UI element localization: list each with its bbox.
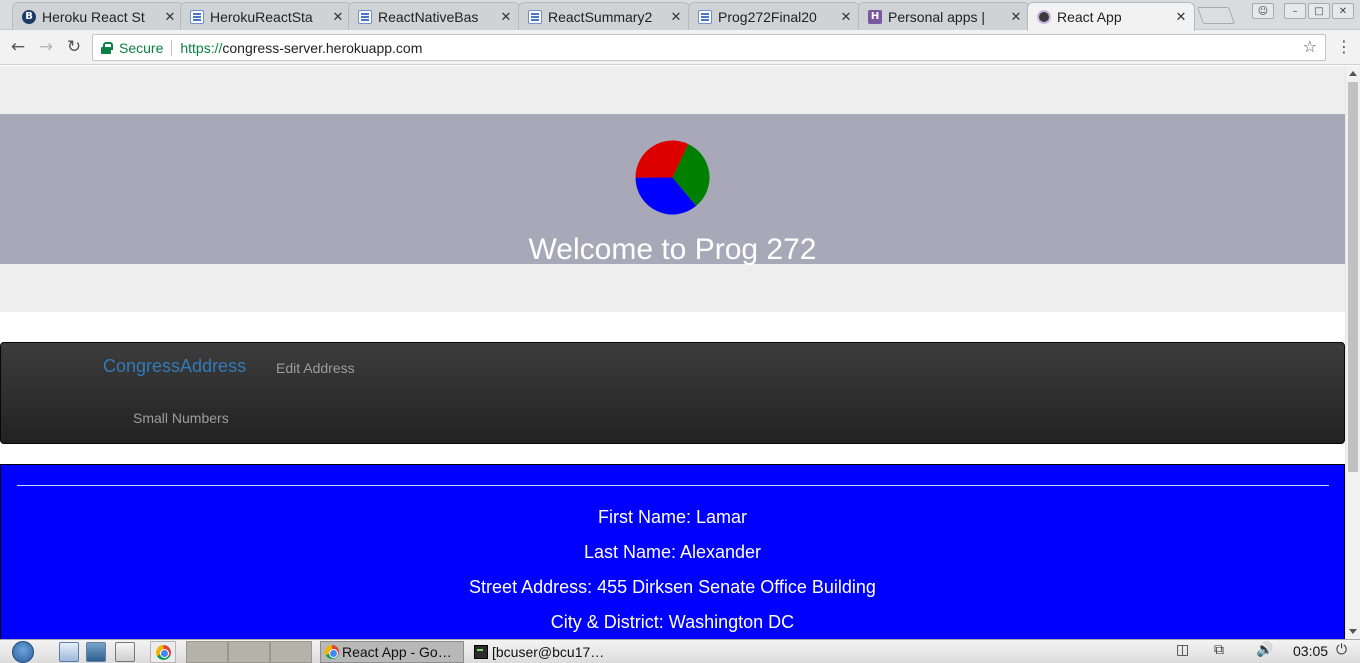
close-icon[interactable]: ✕	[163, 9, 177, 25]
tab-title: HerokuReactSta	[210, 8, 313, 25]
address-bar[interactable]: Secure https:// congress-server.herokuap…	[92, 34, 1326, 61]
heroku-b-icon: B	[22, 9, 36, 24]
chrome-launcher-icon[interactable]	[150, 641, 176, 663]
battery-icon[interactable]: ◫	[1176, 642, 1189, 658]
browser-tab-herokureactstarter[interactable]: HerokuReactSta ✕	[180, 2, 352, 30]
browser-tab-strip: B Heroku React St ✕ HerokuReactSta ✕ Rea…	[0, 0, 1360, 31]
back-arrow-icon[interactable]: ←	[7, 36, 29, 58]
taskbar-task-terminal[interactable]: [bcuser@bcu17…	[470, 641, 630, 663]
hero-banner: Welcome to Prog 272	[0, 114, 1345, 266]
task-label: [bcuser@bcu17…	[492, 644, 605, 660]
tab-title: React App	[1057, 9, 1122, 25]
forward-arrow-icon[interactable]: →	[35, 36, 57, 58]
doc-icon	[528, 9, 542, 24]
address-panel: First Name: Lamar Last Name: Alexander S…	[0, 464, 1345, 639]
terminal-icon	[474, 645, 488, 659]
minimize-icon[interactable]: –	[1284, 3, 1306, 19]
last-name-text: Last Name: Alexander	[583, 542, 762, 562]
tab-title: ReactSummary2	[548, 8, 653, 25]
workspace-2[interactable]	[228, 641, 270, 663]
pie-logo-icon	[635, 140, 710, 215]
network-icon[interactable]: ⧉	[1214, 642, 1224, 658]
scroll-down-arrow-icon[interactable]	[1349, 629, 1357, 634]
tab-title: Heroku React St	[42, 8, 145, 25]
jumbotron: Welcome to Prog 272	[0, 66, 1345, 312]
browser-tab-reactsummary[interactable]: ReactSummary2 ✕	[518, 2, 690, 30]
tab-title: ReactNativeBas	[378, 8, 479, 25]
chrome-icon	[325, 645, 339, 659]
nav-link-edit-address[interactable]: Edit Address	[276, 360, 355, 376]
close-icon[interactable]: ✕	[669, 9, 683, 25]
close-icon[interactable]: ✕	[1174, 9, 1188, 25]
url-scheme: https://	[180, 39, 223, 56]
file-manager-icon[interactable]	[59, 642, 79, 662]
network-tool-icon[interactable]	[86, 642, 106, 662]
doc-icon	[190, 9, 204, 24]
browser-tab-reactnativebasics[interactable]: ReactNativeBas ✕	[348, 2, 520, 30]
browser-tab-heroku-react-starter[interactable]: B Heroku React St ✕	[12, 2, 184, 30]
street-address-text: Street Address: 455 Dirksen Senate Offic…	[469, 577, 876, 597]
secure-label: Secure	[119, 39, 164, 56]
taskbar-task-react-app[interactable]: React App - Go…	[320, 641, 464, 663]
divider	[17, 485, 1329, 486]
browser-tab-prog272final[interactable]: Prog272Final20 ✕	[688, 2, 860, 30]
scrollbar-thumb[interactable]	[1348, 82, 1358, 472]
clock: 03:05	[1293, 643, 1329, 659]
close-icon[interactable]: ✕	[331, 9, 345, 25]
page-viewport: Welcome to Prog 272 CongressAddress Edit…	[0, 66, 1345, 639]
lock-icon	[101, 41, 113, 54]
close-icon[interactable]: ✕	[499, 9, 513, 25]
page-title: Welcome to Prog 272	[528, 233, 817, 266]
volume-icon[interactable]: 🔊	[1256, 642, 1273, 658]
close-icon[interactable]: ✕	[1009, 9, 1023, 25]
window-close-icon[interactable]: ✕	[1332, 3, 1354, 19]
profile-icon[interactable]: ☺	[1252, 3, 1274, 19]
scroll-up-arrow-icon[interactable]	[1349, 71, 1357, 76]
browser-menu-icon[interactable]: ⋮	[1336, 36, 1352, 58]
workspace-3[interactable]	[270, 641, 312, 663]
address-bar-divider	[171, 39, 173, 56]
new-tab-button[interactable]	[1196, 7, 1236, 24]
doc-icon	[698, 9, 712, 24]
nav-link-small-numbers[interactable]: Small Numbers	[133, 410, 229, 426]
browser-tab-react-app[interactable]: React App ✕	[1027, 2, 1195, 31]
task-label: React App - Go…	[342, 644, 452, 660]
workspace-1[interactable]	[186, 641, 228, 663]
chrome-icon	[155, 644, 171, 660]
tab-title: Personal apps |	[888, 8, 986, 25]
power-icon[interactable]: ⏻	[1336, 642, 1347, 658]
browser-tab-personal-apps[interactable]: H Personal apps | ✕	[858, 2, 1030, 30]
reload-icon[interactable]: ↻	[63, 36, 85, 58]
react-icon	[1037, 10, 1051, 24]
tab-title: Prog272Final20	[718, 8, 817, 25]
desktop-taskbar: React App - Go… [bcuser@bcu17… ◫ ⧉ 🔊 03:…	[0, 639, 1360, 663]
first-name-text: First Name: Lamar	[597, 507, 748, 527]
bookmark-star-icon[interactable]: ☆	[1303, 37, 1317, 56]
navbar-brand-link[interactable]: CongressAddress	[103, 356, 246, 377]
browser-toolbar: ← → ↻ Secure https:// congress-server.he…	[0, 30, 1360, 65]
city-district-text: City & District: Washington DC	[550, 612, 795, 632]
maximize-icon[interactable]: □	[1308, 3, 1330, 19]
url-host: congress-server.herokuapp.com	[222, 39, 423, 56]
navbar: CongressAddress Edit Address Small Numbe…	[0, 342, 1345, 444]
heroku-h-icon: H	[868, 9, 882, 24]
window-icon[interactable]	[115, 642, 135, 662]
close-icon[interactable]: ✕	[839, 9, 853, 25]
page-scrollbar[interactable]	[1345, 66, 1360, 639]
doc-icon	[358, 9, 372, 24]
start-menu-icon[interactable]	[10, 641, 36, 663]
